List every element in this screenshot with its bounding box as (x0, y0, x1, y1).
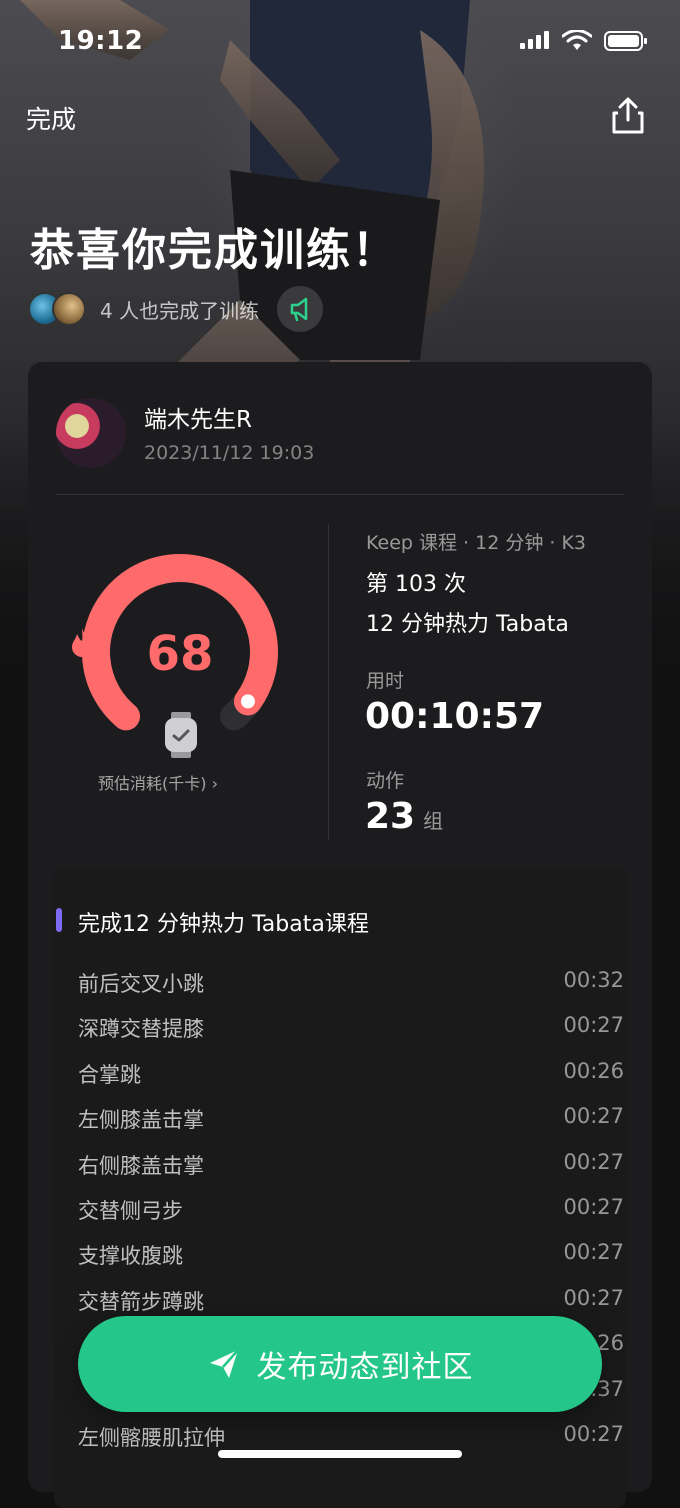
exercise-name: 交替侧弓步 (78, 1199, 183, 1223)
exercise-name: 前后交叉小跳 (78, 972, 204, 996)
vertical-divider (328, 524, 329, 840)
send-icon (209, 1349, 239, 1378)
exercise-duration: 00:27 (563, 1149, 624, 1174)
exercise-name: 左侧膝盖击掌 (78, 1108, 204, 1133)
status-icons (520, 30, 648, 52)
actions-number: 23 (365, 796, 416, 837)
calorie-number: 68 (146, 626, 214, 682)
actions-unit: 组 (423, 809, 444, 833)
exercise-list-title: 完成12 分钟热力 Tabata课程 (78, 912, 369, 937)
share-icon (612, 97, 644, 134)
social-proof-text: 4 人也完成了训练 (100, 298, 260, 323)
course-name: 12 分钟热力 Tabata (366, 612, 569, 637)
actions-label: 动作 (366, 770, 405, 792)
exercise-name: 右侧膝盖击掌 (78, 1153, 204, 1178)
calorie-gauge: 68 (68, 552, 308, 772)
exercise-name: 合掌跳 (78, 1062, 141, 1087)
post-to-community-button[interactable]: 发布动态到社区 (78, 1316, 602, 1412)
status-bar: 19:12 (0, 0, 680, 88)
exercise-duration: 00:32 (563, 968, 624, 992)
exercise-row[interactable]: 前后交叉小跳 00:32 (78, 962, 624, 1002)
battery-icon (604, 31, 647, 51)
exercise-name: 交替箭步蹲跳 (78, 1289, 204, 1314)
page-title: 恭喜你完成训练！ (30, 225, 398, 276)
calorie-label[interactable]: 预估消耗(千卡) › (98, 770, 218, 794)
exercise-row[interactable]: 深蹲交替提膝 00:27 (78, 1007, 624, 1047)
workout-datetime: 2023/11/12 19:03 (144, 442, 315, 464)
workout-count: 第 103 次 (366, 572, 466, 597)
avatar (52, 292, 86, 326)
social-proof-row[interactable]: 4 人也完成了训练 (28, 286, 324, 332)
user-avatar[interactable] (56, 398, 126, 468)
exercise-row[interactable]: 左侧膝盖击掌 00:27 (78, 1098, 624, 1138)
post-button-label: 发布动态到社区 (256, 1350, 474, 1385)
section-accent-bar (56, 908, 62, 932)
status-time: 19:12 (58, 26, 144, 56)
calorie-value: 68 (68, 626, 292, 682)
exercise-row[interactable]: 交替侧弓步 00:27 (78, 1189, 624, 1229)
duration-label: 用时 (366, 670, 405, 692)
exercise-duration: 00:27 (563, 1285, 624, 1310)
exercise-duration: 26 (597, 1331, 624, 1356)
home-indicator (218, 1450, 462, 1458)
exercise-row[interactable]: 支撑收腹跳 00:27 (78, 1234, 624, 1274)
exercise-duration: 00:27 (563, 1104, 624, 1129)
exercise-duration: 00:27 (563, 1195, 624, 1219)
exercise-row[interactable]: 交替箭步蹲跳 00:27 (78, 1280, 624, 1320)
done-button[interactable]: 完成 (26, 100, 76, 136)
exercise-duration: 00:26 (563, 1058, 624, 1083)
exercise-list: 完成12 分钟热力 Tabata课程 前后交叉小跳 00:32 深蹲交替提膝 00:2… (54, 868, 626, 1508)
course-meta: Keep 课程 · 12 分钟 · K3 (366, 532, 586, 554)
duration-value: 00:10:57 (365, 696, 545, 737)
exercise-duration: 00:27 (563, 1422, 624, 1446)
cellular-signal-icon (520, 31, 549, 49)
exercise-row[interactable]: 右侧膝盖击掌 00:27 (78, 1144, 624, 1184)
flame-icon (72, 628, 92, 657)
exercise-name: 支撑收腹跳 (78, 1244, 183, 1269)
megaphone-icon (290, 297, 308, 322)
exercise-duration: 00:27 (563, 1240, 624, 1265)
wifi-icon (562, 30, 592, 50)
exercise-duration: 00:27 (563, 1013, 624, 1038)
actions-value: 23 组 (365, 796, 443, 837)
megaphone-button[interactable] (277, 286, 324, 332)
gauge-marker (240, 694, 255, 709)
smartwatch-icon (162, 712, 200, 758)
divider (56, 494, 624, 495)
exercise-row[interactable]: 合掌跳 00:26 (78, 1053, 624, 1093)
user-name: 端木先生R (144, 407, 252, 433)
exercise-name: 深蹲交替提膝 (78, 1017, 204, 1042)
share-button[interactable] (608, 96, 648, 136)
exercise-name: 左侧髂腰肌拉伸 (78, 1426, 225, 1450)
